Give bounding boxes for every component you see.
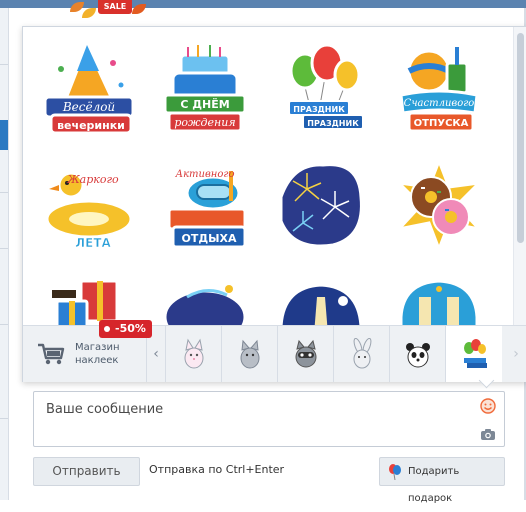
balloons-icon (464, 339, 487, 368)
sticker-text: С ДНЁМ (180, 97, 229, 111)
sale-tag: SALE (98, 0, 132, 14)
kitten-icon (240, 339, 260, 369)
balloons-icon (389, 464, 401, 480)
sticker-shop-label: Магазин наклеек (75, 342, 120, 366)
cart-icon (38, 343, 65, 365)
message-placeholder: Ваше сообщение (46, 402, 164, 417)
sticker-picker: Весёлой вечеринки С ДНЁМ рождения ПРАЗДН… (22, 26, 526, 382)
sticker-text: ЛЕТА (75, 236, 111, 250)
sticker-grid: Весёлой вечеринки С ДНЁМ рождения ПРАЗДН… (23, 27, 513, 325)
sticker-text: Счастливого (404, 98, 475, 109)
scroll-left-arrow[interactable]: ‹ (147, 326, 165, 382)
sticker-text: ПРАЗДНИК (307, 119, 359, 128)
sticker-shop-button[interactable]: Магазин наклеек -50% (23, 320, 152, 382)
sticker-text: ПРАЗДНИК (293, 105, 345, 114)
sticker-scrollbar[interactable] (513, 27, 526, 325)
message-input[interactable]: Ваше сообщение (33, 391, 505, 447)
panda-icon (406, 343, 430, 368)
sticker-pack-bunny[interactable] (333, 326, 390, 382)
send-button[interactable]: Отправить (33, 457, 140, 486)
sticker-pack-kitten[interactable] (221, 326, 278, 382)
raccoon-icon (295, 339, 317, 368)
gift-label: Подарить подарок (408, 466, 460, 504)
sticker-pack-holidays[interactable] (445, 326, 502, 382)
left-column (0, 8, 9, 500)
send-hint: Отправка по Ctrl+Enter (149, 463, 285, 476)
sticker-donut[interactable] (391, 156, 487, 254)
sticker-pack-strip: Магазин наклеек -50% ‹ › (23, 320, 526, 382)
leaf-icon (70, 2, 84, 12)
smile-icon[interactable] (480, 398, 496, 414)
sticker-text: ОТПУСКА (414, 118, 469, 129)
sticker-summer[interactable]: Жаркого ЛЕТА (41, 157, 137, 253)
camera-icon[interactable] (480, 428, 496, 441)
sticker-text: вечеринки (57, 119, 125, 132)
gift-button[interactable]: Подарить подарок (379, 457, 505, 504)
sticker-text: Весёлой (62, 100, 115, 114)
discount-badge: -50% (99, 320, 152, 338)
sticker-active-rest[interactable]: Активного ОТДЫХА (157, 157, 253, 253)
sticker-fireworks[interactable] (273, 157, 369, 253)
sticker-drinks[interactable] (391, 267, 487, 325)
sticker-text: Активного (175, 169, 235, 180)
scroll-right-arrow[interactable]: › (507, 326, 525, 382)
sticker-text: Жаркого (66, 173, 119, 186)
leaf-icon (132, 4, 146, 14)
sticker-text: ОТДЫХА (181, 232, 237, 245)
sticker-night[interactable] (273, 267, 369, 325)
sticker-text: рождения (174, 116, 235, 129)
leaf-icon (82, 8, 96, 18)
active-indicator (0, 120, 8, 150)
sticker-holiday[interactable]: ПРАЗДНИК ПРАЗДНИК (275, 41, 371, 137)
scrollbar-thumb[interactable] (517, 33, 524, 243)
sticker-pack-raccoon[interactable] (277, 326, 334, 382)
sticker-party[interactable]: Весёлой вечеринки (41, 41, 137, 137)
sale-banner[interactable]: SALE (70, 0, 146, 20)
badge-dot-icon (104, 326, 110, 332)
sticker-birthday[interactable]: С ДНЁМ рождения (157, 41, 253, 137)
bunny-icon (353, 338, 372, 369)
cat-icon (184, 338, 204, 369)
sticker-vacation[interactable]: Счастливого ОТПУСКА (391, 41, 487, 137)
sticker-fish[interactable] (157, 267, 253, 325)
sticker-pack-cat[interactable] (165, 326, 222, 382)
sticker-pack-panda[interactable] (389, 326, 446, 382)
sticker-gifts[interactable] (41, 267, 137, 325)
